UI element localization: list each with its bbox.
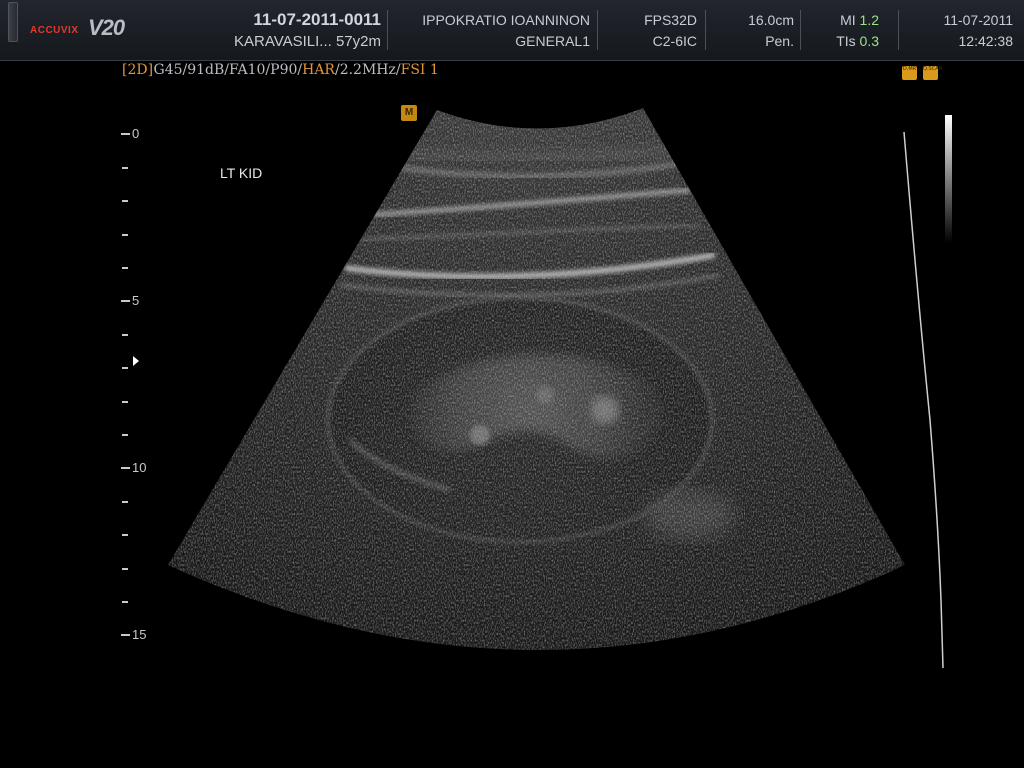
imaging-parameters: [2D] G45/91dB/FA10/P90/HAR/2.2MHz/FSI 1 [122, 62, 439, 78]
tis-value: 0.3 [859, 33, 879, 49]
mode-value: Pen. [765, 33, 794, 49]
header-divider [800, 10, 801, 50]
dmr-badge: D.MR [902, 66, 917, 80]
depth-tick-major [121, 133, 130, 135]
depth-tick-minor [122, 234, 128, 236]
har-indicator: HAR [302, 62, 335, 78]
image-annotation: LT KID [220, 165, 263, 181]
depth-tick-major [121, 467, 130, 469]
ultrasound-sector-image [168, 108, 944, 669]
header-bar: ACCUVIX V20 11-07-2011-0011 KARAVASILI..… [0, 0, 1024, 61]
frequency-value: 2.2MHz [339, 62, 396, 78]
model-name: V20 [88, 15, 125, 40]
depth-label: 10 [132, 460, 147, 475]
thermal-index: TIs 0.3 [836, 33, 879, 49]
depth-tick-minor [122, 434, 128, 436]
institution-name: IPPOKRATIO IOANNINON [422, 12, 590, 28]
depth-tick-minor [122, 267, 128, 269]
depth-label: 15 [132, 627, 147, 642]
depth-tick-minor [122, 568, 128, 570]
depth-tick-minor [122, 401, 128, 403]
patient-name-age: KARAVASILI... 57y2m [233, 33, 381, 50]
mi-label: MI [840, 12, 856, 28]
mi-value: 1.2 [859, 12, 879, 28]
focus-marker-icon[interactable] [133, 356, 139, 366]
brand-name: ACCUVIX [30, 25, 79, 36]
depth-label: 0 [132, 126, 140, 141]
depth-tick-minor [122, 534, 128, 536]
depth-tick-major [121, 634, 130, 636]
header-divider [898, 10, 899, 50]
m-marker-icon[interactable]: M [401, 105, 417, 121]
grayscale-bar [945, 115, 952, 243]
depth-label: 5 [132, 293, 140, 308]
header-divider [387, 10, 388, 50]
depth-tick-minor [122, 367, 128, 369]
patient-id: 11-07-2011-0011 [253, 10, 381, 29]
depth-tick-minor [122, 334, 128, 336]
depth-tick-minor [122, 167, 128, 169]
tis-label: TIs [836, 33, 856, 49]
panel-handle[interactable] [8, 2, 18, 42]
header-divider [705, 10, 706, 50]
depth-value: 16.0cm [748, 12, 794, 28]
exam-time: 12:42:38 [958, 33, 1014, 49]
depth-tick-minor [122, 601, 128, 603]
depth-tick-major [121, 300, 130, 302]
depth-tick-minor [122, 200, 128, 202]
depth-tick-minor [122, 501, 128, 503]
fsi-indicator: FSI 1 [400, 62, 439, 78]
mode-indicator: [2D] [122, 62, 154, 78]
gain-parameters: G45/91dB/FA10/P90/ [153, 62, 303, 78]
exam-date: 11-07-2011 [943, 12, 1013, 28]
header-divider [597, 10, 598, 50]
qscan-badge: Q.SCAN [923, 66, 942, 80]
ultrasound-screen: ACCUVIX V20 11-07-2011-0011 KARAVASILI..… [0, 0, 1024, 768]
preset-name: GENERAL1 [515, 33, 590, 49]
probe-setting: FPS32D [644, 12, 697, 28]
probe-name: C2-6IC [652, 33, 697, 49]
mechanical-index: MI 1.2 [840, 12, 879, 28]
